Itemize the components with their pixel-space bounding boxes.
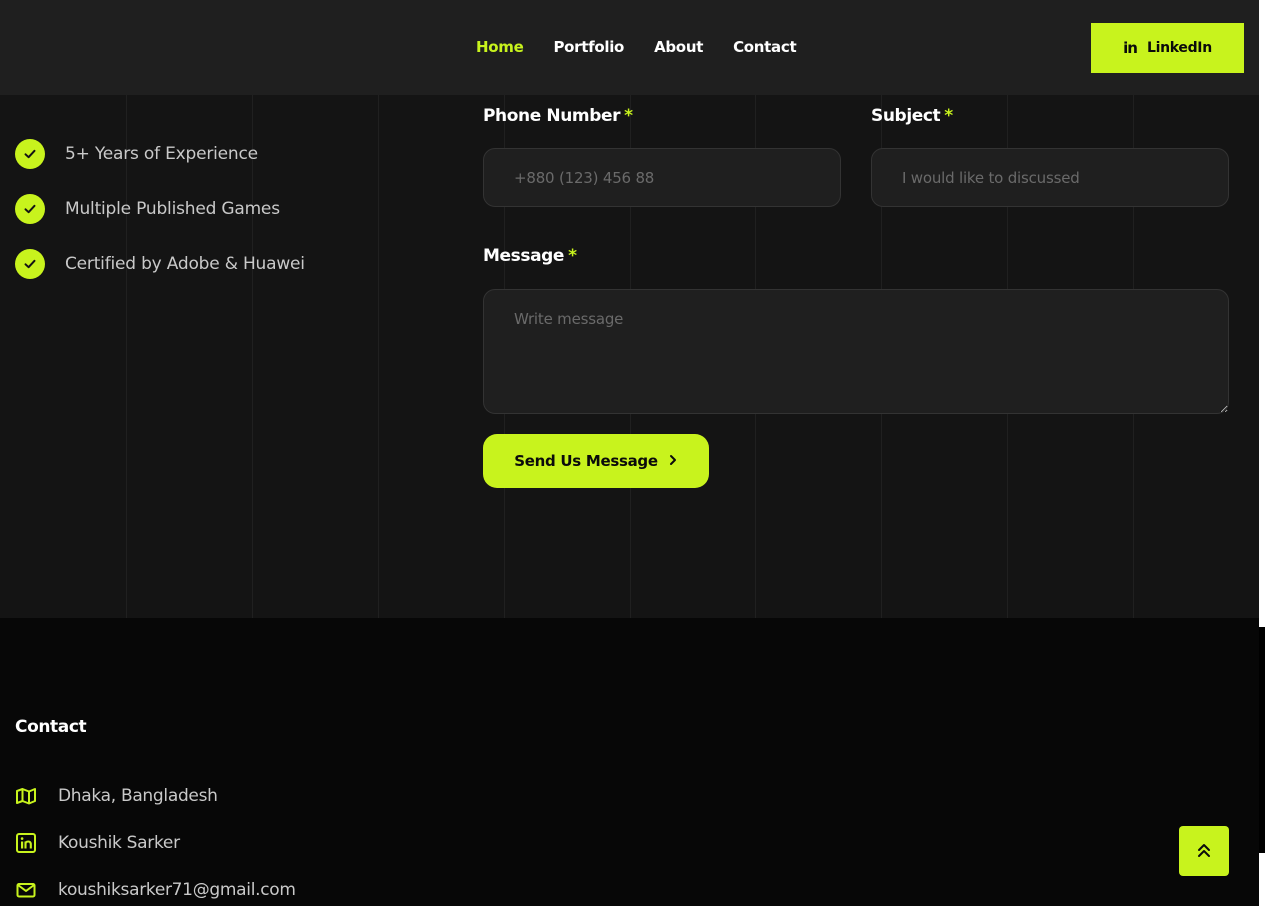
footer-contact-title: Contact (15, 717, 87, 737)
feature-text: 5+ Years of Experience (65, 144, 258, 164)
feature-text: Certified by Adobe & Huawei (65, 254, 305, 274)
mail-icon (15, 879, 37, 901)
send-message-label: Send Us Message (514, 452, 658, 470)
feature-item: 5+ Years of Experience (15, 139, 258, 169)
footer-address: Dhaka, Bangladesh (58, 786, 218, 806)
check-icon (15, 249, 45, 279)
phone-label-text: Phone Number (483, 106, 621, 126)
subject-input[interactable] (871, 148, 1229, 207)
feature-text: Multiple Published Games (65, 199, 280, 219)
chevron-right-icon (668, 452, 678, 470)
site-header: Home Portfolio About Contact in LinkedIn (0, 0, 1259, 95)
main-nav: Home Portfolio About Contact (476, 37, 797, 57)
grid-line (252, 95, 253, 618)
linkedin-icon: in (1123, 39, 1138, 57)
nav-portfolio-link[interactable]: Portfolio (553, 37, 624, 57)
scroll-to-top-button[interactable] (1179, 826, 1229, 876)
linkedin-icon (15, 832, 37, 854)
footer-contact-item: Koushik Sarker (15, 832, 180, 854)
message-label: Message * (483, 246, 577, 266)
feature-item: Multiple Published Games (15, 194, 280, 224)
footer-contact-item: Dhaka, Bangladesh (15, 785, 218, 807)
required-mark: * (624, 106, 633, 126)
message-label-text: Message (483, 246, 565, 266)
check-icon (15, 139, 45, 169)
phone-label: Phone Number * (483, 106, 633, 126)
feature-item: Certified by Adobe & Huawei (15, 249, 305, 279)
nav-about-link[interactable]: About (654, 37, 703, 57)
grid-line (126, 95, 127, 618)
chevrons-up-icon (1197, 842, 1211, 861)
grid-line (378, 95, 379, 618)
footer-contact-item: koushiksarker71@gmail.com (15, 879, 296, 901)
nav-contact-link[interactable]: Contact (733, 37, 797, 57)
linkedin-button-label: LinkedIn (1146, 40, 1212, 56)
map-icon (15, 785, 37, 807)
check-icon (15, 194, 45, 224)
send-message-button[interactable]: Send Us Message (483, 434, 709, 488)
message-textarea[interactable] (483, 289, 1229, 414)
nav-home-link[interactable]: Home (476, 37, 524, 57)
contact-section: 5+ Years of Experience Multiple Publishe… (0, 95, 1259, 618)
subject-label: Subject * (871, 106, 953, 126)
linkedin-button[interactable]: in LinkedIn (1091, 23, 1244, 73)
footer-email[interactable]: koushiksarker71@gmail.com (58, 880, 296, 900)
required-mark: * (944, 106, 953, 126)
scrollbar-thumb[interactable] (1259, 627, 1265, 853)
subject-label-text: Subject (871, 106, 941, 126)
footer-linkedin-name[interactable]: Koushik Sarker (58, 833, 180, 853)
required-mark: * (568, 246, 577, 266)
phone-input[interactable] (483, 148, 841, 207)
page: Home Portfolio About Contact in LinkedIn… (0, 0, 1265, 906)
